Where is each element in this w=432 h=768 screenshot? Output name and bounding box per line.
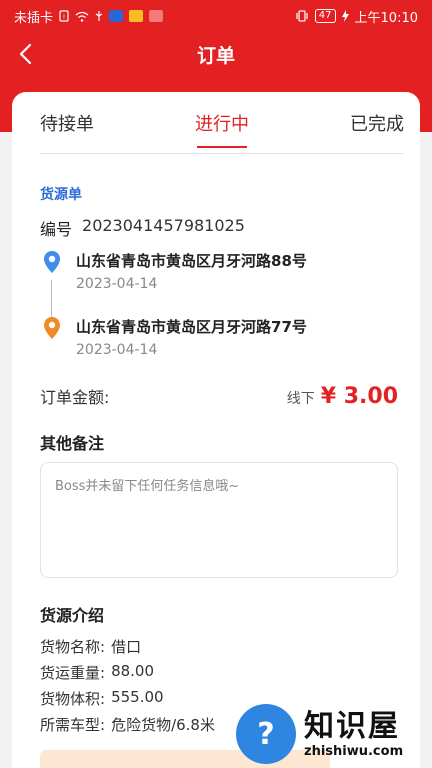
cargo-volume-row: 货物体积: 555.00 [40, 688, 215, 714]
tab-completed[interactable]: 已完成 [350, 92, 404, 154]
cargo-name-row: 货物名称: 借口 [40, 636, 215, 662]
back-button[interactable] [8, 36, 44, 72]
sim-icon: ! [59, 10, 69, 22]
cargo-field-key: 货物名称: [40, 638, 106, 656]
cargo-field-key: 货运重量: [40, 664, 106, 682]
app-notification-icon [109, 10, 124, 22]
order-number-key: 编号 [40, 220, 73, 239]
charging-icon [341, 10, 349, 22]
remarks-title: 其他备注 [40, 434, 105, 453]
usb-icon [95, 10, 103, 22]
payment-mode: 线下 [286, 390, 315, 407]
watermark-url: zhishiwu.com [304, 743, 404, 759]
vibrate-icon [295, 10, 309, 22]
battery-level: 47 [314, 9, 336, 23]
destination-date: 2023-04-14 [76, 342, 158, 358]
origin-pin-icon [44, 251, 60, 273]
origin-date: 2023-04-14 [76, 276, 158, 292]
chevron-left-icon [19, 43, 32, 65]
tab-pending[interactable]: 待接单 [40, 92, 94, 154]
cargo-intro-title: 货源介绍 [40, 606, 105, 625]
cargo-field-value: 借口 [111, 638, 142, 656]
page-title: 订单 [196, 44, 235, 67]
tab-in-progress[interactable]: 进行中 [195, 92, 249, 154]
amount-label: 订单金额: [40, 388, 110, 407]
destination-pin-icon [44, 317, 60, 339]
cargo-field-value: 88.00 [111, 662, 155, 680]
order-card: 待接单 进行中 已完成 货源单 编号 2023041457981025 山东省青… [12, 92, 420, 768]
origin-address: 山东省青岛市黄岛区月牙河路88号 [76, 252, 307, 270]
help-icon: ? [236, 704, 296, 764]
cargo-field-key: 货物体积: [40, 690, 106, 708]
remarks-box: Boss并未留下任何任务信息哦~ [40, 462, 398, 578]
app-notification-icon [149, 10, 164, 22]
vehicle-type-row: 所需车型: 危险货物/6.8米 [40, 714, 215, 740]
status-bar: 未插卡 ! 47 上午10:10 [0, 0, 432, 32]
route: 山东省青岛市黄岛区月牙河路88号 2023-04-14 山东省青岛市黄岛区月牙河… [40, 250, 400, 370]
nav-bar: 订单 [0, 32, 432, 76]
destination-address: 山东省青岛市黄岛区月牙河路77号 [76, 318, 307, 336]
order-number-row: 编号 2023041457981025 [40, 216, 245, 240]
cargo-intro-list: 货物名称: 借口 货运重量: 88.00 货物体积: 555.00 所需车型: … [40, 636, 215, 740]
route-connector [51, 280, 52, 320]
amount-value: ¥ 3.00 [320, 383, 398, 409]
clock: 上午10:10 [354, 10, 418, 26]
svg-text:!: ! [63, 14, 65, 21]
cargo-weight-row: 货运重量: 88.00 [40, 662, 215, 688]
status-tabs: 待接单 进行中 已完成 [40, 92, 404, 154]
cargo-field-value: 危险货物/6.8米 [111, 716, 215, 734]
watermark: ? 知识屋 zhishiwu.com [236, 700, 432, 768]
section-label: 货源单 [40, 187, 82, 203]
cargo-field-key: 所需车型: [40, 716, 106, 734]
app-notification-icon [129, 10, 144, 22]
order-number: 2023041457981025 [82, 216, 245, 235]
watermark-text: 知识屋 [304, 708, 400, 744]
cargo-field-value: 555.00 [111, 688, 164, 706]
wifi-icon [75, 11, 89, 22]
carrier-label: 未插卡 [14, 10, 54, 26]
order-amount-row: 订单金额: 线下 ¥ 3.00 [40, 380, 398, 412]
